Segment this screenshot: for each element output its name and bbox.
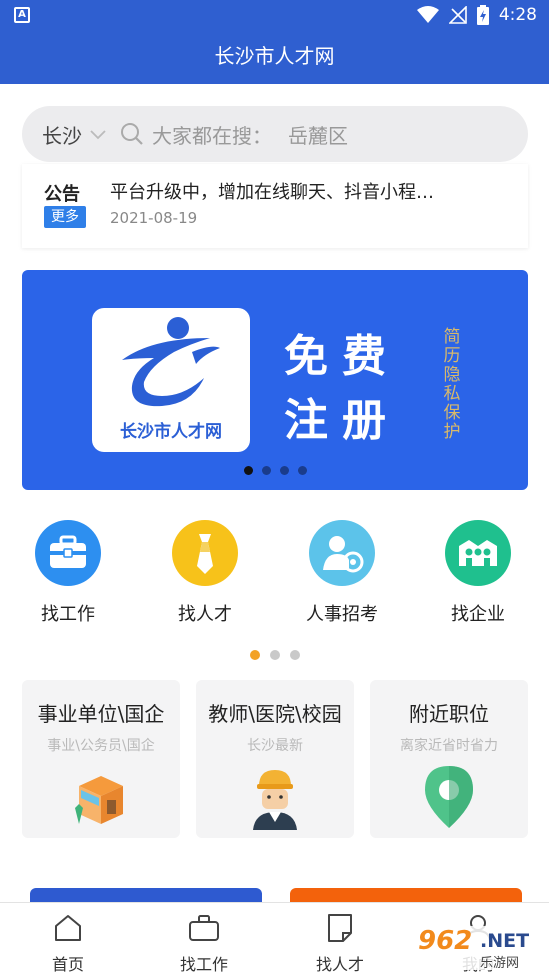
card-title: 教师\医院\校园 — [208, 702, 342, 726]
card-subtitle: 长沙最新 — [247, 738, 303, 754]
briefcase-icon[interactable] — [35, 520, 101, 586]
chevron-down-icon[interactable] — [90, 130, 106, 140]
banner-headline-1: 免费 — [284, 331, 400, 382]
quick-find-job-label[interactable]: 找工作 — [8, 600, 128, 626]
talent-logo-icon — [122, 317, 220, 407]
main-content[interactable]: 长沙 大家都在搜： 岳麓区 公告 更多 平台升级中，增加在线聊天、抖音小程… 2… — [0, 84, 549, 902]
quick-pager-dot[interactable] — [249, 650, 260, 660]
watermark-site: 乐游网 — [480, 956, 520, 971]
tab-find-job-label[interactable]: 找工作 — [164, 951, 244, 975]
notification-a-icon: A — [14, 7, 30, 23]
card-subtitle: 事业\公务员\国企 — [47, 738, 155, 754]
city-selector[interactable]: 长沙 — [42, 120, 82, 149]
notice-label: 公告 — [44, 184, 80, 205]
category-cards: 事业单位\国企 事业\公务员\国企 教师\医院\校园 长沙最新 附近职位 离家近… — [22, 680, 528, 838]
quick-entry-pager — [0, 650, 549, 660]
promo-banner[interactable]: 长沙市人才网 免费 注册 简历隐私保护 — [22, 270, 528, 490]
card-subtitle: 离家近省时省力 — [400, 738, 498, 754]
location-pin-icon — [425, 766, 473, 828]
tab-find-talent[interactable]: 找人才 — [300, 913, 380, 975]
banner-pager-dot[interactable] — [261, 466, 271, 475]
search-icon — [121, 123, 143, 145]
shop-icon — [75, 776, 123, 824]
tie-icon[interactable] — [172, 520, 238, 586]
quick-hr-exam[interactable]: 人事招考 — [282, 520, 402, 626]
quick-find-company[interactable]: 找企业 — [418, 520, 538, 626]
watermark: 962 .NET 乐游网 — [414, 926, 544, 971]
banner-logo: 长沙市人才网 — [92, 308, 250, 452]
battery-icon — [476, 5, 489, 25]
banner-pager-dot[interactable] — [279, 466, 289, 475]
home-icon[interactable] — [53, 913, 83, 943]
status-time: 4:28 — [498, 5, 537, 25]
card-title: 事业单位\国企 — [37, 702, 165, 726]
notice-card[interactable]: 公告 更多 平台升级中，增加在线聊天、抖音小程… 2021-08-19 — [22, 164, 528, 248]
banner-pager — [22, 466, 528, 475]
status-bar: A 4:28 — [0, 0, 549, 30]
quick-find-job[interactable]: 找工作 — [8, 520, 128, 626]
search-hot-keyword[interactable]: 岳麓区 — [288, 120, 348, 149]
quick-pager-dot[interactable] — [289, 650, 300, 660]
wifi-icon — [416, 6, 439, 23]
notice-date: 2021-08-19 — [110, 209, 198, 227]
status-icons: 4:28 — [416, 5, 537, 25]
app-bar: 长沙市人才网 — [0, 30, 549, 84]
banner-pager-dot[interactable] — [297, 466, 307, 475]
notice-title[interactable]: 平台升级中，增加在线聊天、抖音小程… — [110, 178, 434, 204]
search-placeholder[interactable]: 大家都在搜： — [152, 120, 272, 149]
tab-find-talent-label[interactable]: 找人才 — [300, 951, 380, 975]
watermark-number: 962 — [418, 926, 473, 956]
tab-find-job[interactable]: 找工作 — [164, 913, 244, 975]
card-title: 附近职位 — [409, 702, 489, 726]
quick-pager-dot[interactable] — [269, 650, 280, 660]
page-title: 长沙市人才网 — [214, 44, 335, 68]
quick-entry-grid: 找工作 找人才 人事招考 找企业 — [0, 520, 549, 630]
banner-logo-text: 长沙市人才网 — [120, 422, 222, 442]
resume-icon[interactable] — [326, 913, 354, 943]
no-signal-icon — [448, 6, 467, 24]
banner-vertical-text: 简历隐私保护 — [443, 327, 461, 442]
tab-home-label[interactable]: 首页 — [28, 951, 108, 975]
quick-find-company-label[interactable]: 找企业 — [418, 600, 538, 626]
quick-find-talent[interactable]: 找人才 — [145, 520, 265, 626]
card-teacher-hospital[interactable]: 教师\医院\校园 长沙最新 — [196, 680, 354, 838]
worker-icon — [253, 770, 297, 830]
search-bar[interactable]: 长沙 大家都在搜： 岳麓区 — [22, 106, 528, 162]
card-nearby-jobs[interactable]: 附近职位 离家近省时省力 — [370, 680, 528, 838]
notice-more-button[interactable]: 更多 — [44, 206, 86, 228]
quick-find-talent-label[interactable]: 找人才 — [145, 600, 265, 626]
company-icon[interactable] — [445, 520, 511, 586]
briefcase-icon[interactable] — [188, 913, 220, 943]
person-exam-icon[interactable] — [309, 520, 375, 586]
bottom-button-orange[interactable] — [290, 888, 522, 902]
tab-home[interactable]: 首页 — [28, 913, 108, 975]
card-public-institution[interactable]: 事业单位\国企 事业\公务员\国企 — [22, 680, 180, 838]
banner-headline-2: 注册 — [284, 395, 400, 446]
bottom-button-blue[interactable] — [30, 888, 262, 902]
banner-pager-dot[interactable] — [243, 466, 253, 475]
watermark-domain: .NET — [480, 930, 530, 952]
quick-hr-exam-label[interactable]: 人事招考 — [282, 600, 402, 626]
